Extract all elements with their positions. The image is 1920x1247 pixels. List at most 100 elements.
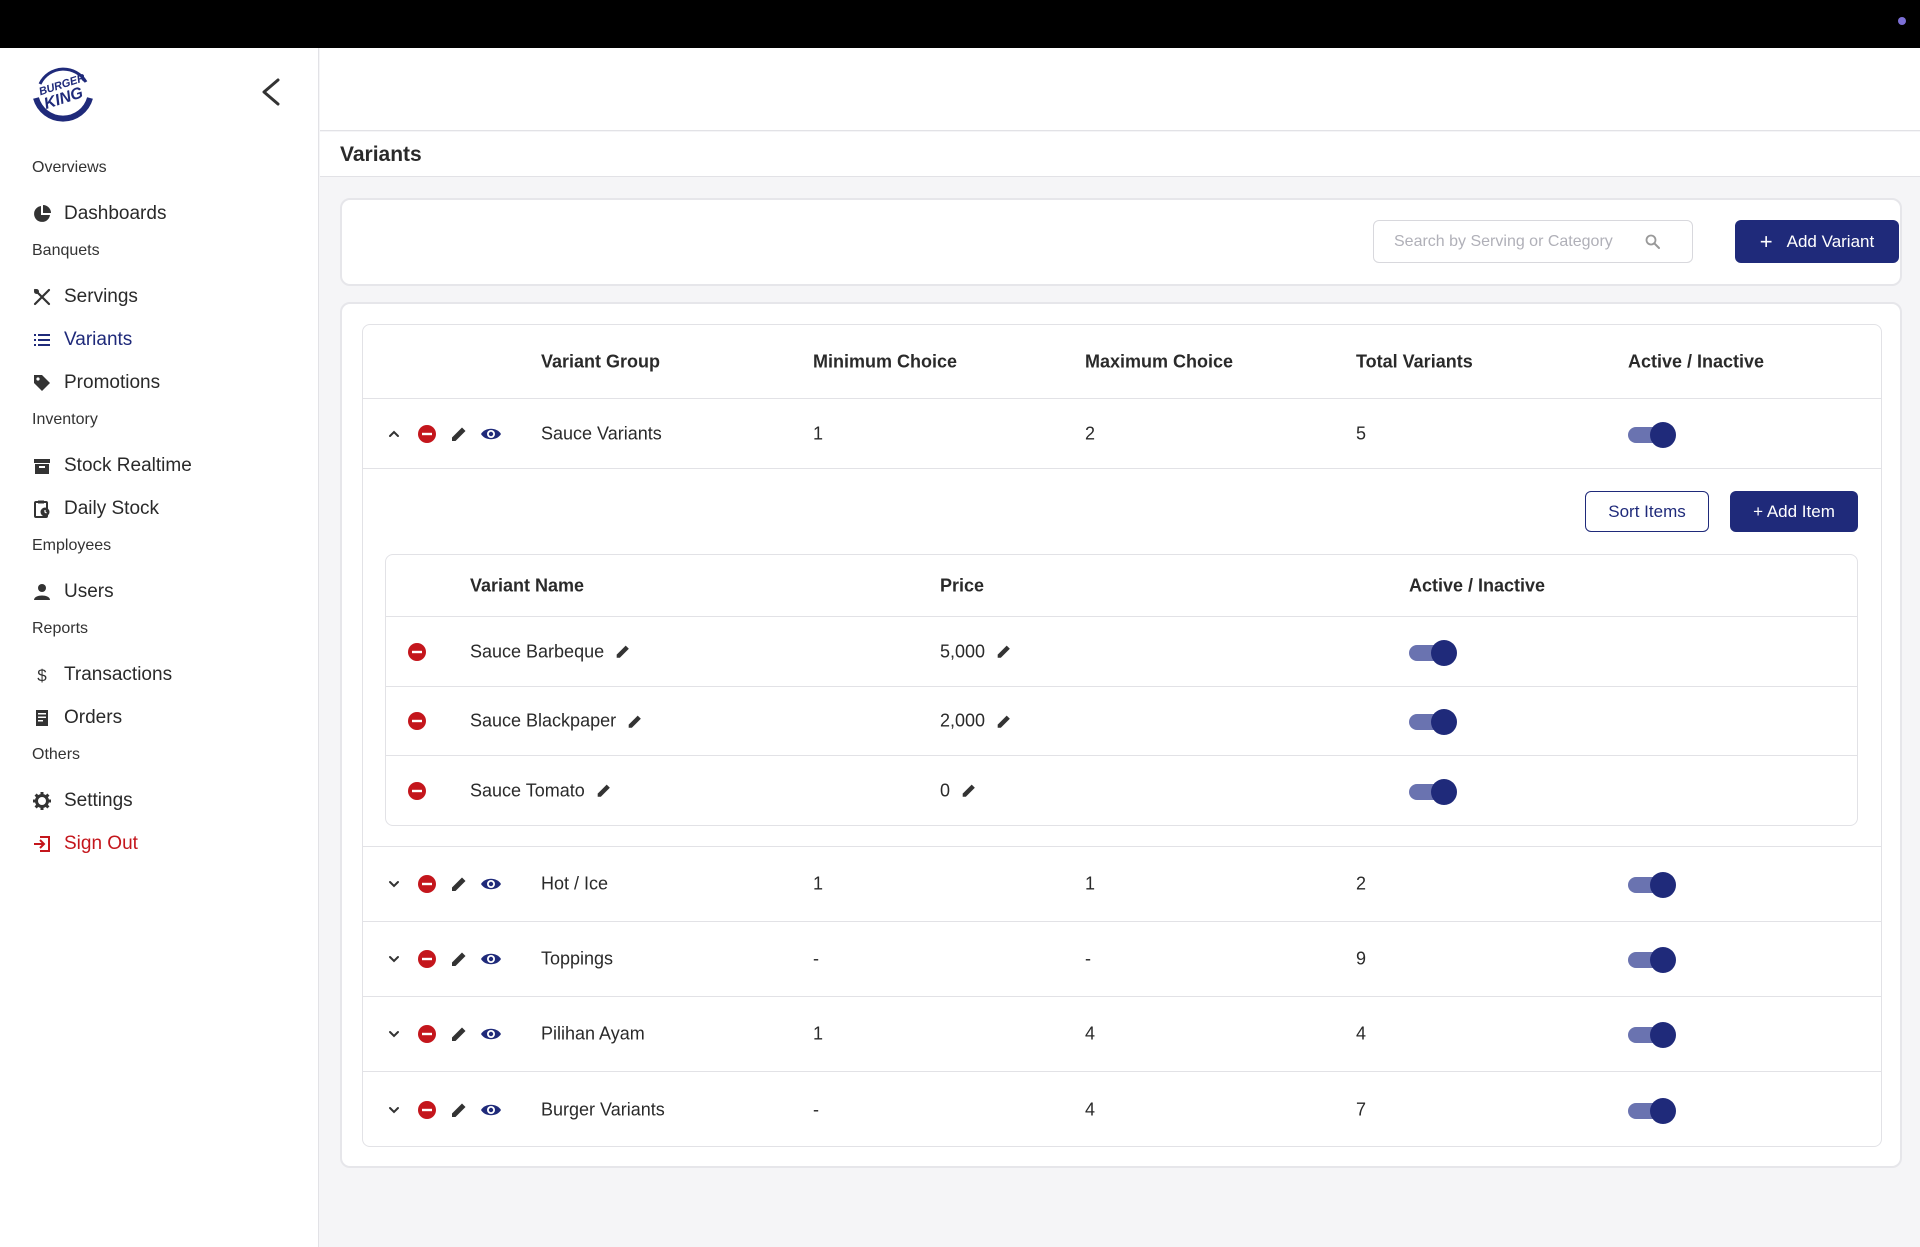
sidebar-item-label: Servings [64,285,138,307]
search-input[interactable] [1394,232,1644,251]
eye-icon[interactable] [480,1099,502,1121]
chevron-down-icon[interactable] [385,950,403,968]
archive-icon [32,456,52,476]
variant-item-row: Sauce Barbeque 5,000 [386,617,1857,687]
pencil-icon[interactable] [960,782,978,800]
variant-name-cell: Sauce Barbeque [470,641,632,662]
pie-chart-icon [32,204,52,224]
sidebar-item-orders[interactable]: Orders [0,696,318,739]
active-toggle[interactable] [1628,1096,1678,1124]
sidebar-item-users[interactable]: Users [0,570,318,613]
toggle-knob [1650,947,1676,973]
chevron-down-icon[interactable] [385,875,403,893]
pencil-icon[interactable] [614,643,632,661]
clipboard-clock-icon [32,499,52,519]
sidebar-item-sign-out[interactable]: Sign Out [0,822,318,865]
toggle-knob [1431,778,1457,805]
column-header-variant-name[interactable]: Variant Name [470,575,584,596]
variant-price: 5,000 [940,641,986,661]
column-header-item-active[interactable]: Active / Inactive [1409,575,1545,596]
pencil-icon[interactable] [595,782,613,800]
sidebar-item-stock-realtime[interactable]: Stock Realtime [0,444,318,487]
page-title-bar: Variants [320,132,1920,177]
nav-section-employees: Employees [32,537,112,554]
sort-items-button[interactable]: Sort Items [1585,491,1709,532]
top-header [320,48,1920,131]
eye-icon[interactable] [480,873,502,895]
variant-group-name: Burger Variants [541,1099,665,1119]
row-actions [385,1099,502,1121]
total-variants: 9 [1356,948,1367,969]
pencil-icon[interactable] [449,874,469,894]
item-active-toggle[interactable] [1409,707,1459,735]
sidebar-item-label: Orders [64,706,123,728]
sidebar-item-settings[interactable]: Settings [0,779,318,822]
exit-icon [32,834,52,854]
plus-icon: + [1759,228,1773,254]
eye-icon[interactable] [480,423,502,445]
max-choice: - [1085,948,1091,969]
add-item-button[interactable]: + Add Item [1730,491,1858,532]
chevron-down-icon[interactable] [385,1101,403,1119]
column-header-max[interactable]: Maximum Choice [1085,351,1233,372]
remove-circle-icon[interactable] [407,781,427,801]
column-header-price[interactable]: Price [940,575,984,596]
column-header-active[interactable]: Active / Inactive [1628,351,1764,372]
sidebar: BURGER KING Overviews Dashboards Banquet… [0,48,319,1247]
sidebar-item-variants[interactable]: Variants [0,318,318,361]
table-row: Burger Variants - 4 7 [363,1072,1881,1146]
column-header-min[interactable]: Minimum Choice [813,351,957,372]
active-toggle[interactable] [1628,870,1678,898]
variant-group-name: Hot / Ice [541,873,609,894]
pencil-icon[interactable] [449,1100,469,1120]
sidebar-item-transactions[interactable]: $ Transactions [0,653,318,696]
active-toggle[interactable] [1628,1020,1678,1048]
variant-price-cell: 2,000 [940,711,1013,732]
remove-circle-icon[interactable] [417,424,437,444]
collapse-sidebar-button[interactable] [256,72,286,112]
remove-circle-icon[interactable] [417,1100,437,1120]
column-header-total[interactable]: Total Variants [1356,351,1473,372]
dollar-icon: $ [32,665,52,685]
sidebar-item-label: Stock Realtime [64,454,192,476]
variant-item-row: Sauce Blackpaper 2,000 [386,687,1857,756]
column-header-group[interactable]: Variant Group [541,351,660,372]
chevron-down-icon[interactable] [385,1025,403,1043]
sidebar-item-promotions[interactable]: Promotions [0,361,318,404]
gear-icon [32,791,52,811]
active-toggle[interactable] [1628,420,1678,448]
item-active-toggle[interactable] [1409,777,1459,805]
variants-table-card: Variant Group Minimum Choice Maximum Cho… [340,302,1902,1168]
search-box[interactable] [1373,220,1693,263]
pencil-icon[interactable] [995,712,1013,730]
pencil-icon[interactable] [449,424,469,444]
row-actions [385,873,502,895]
burger-king-logo[interactable]: BURGER KING [30,58,96,124]
chevron-up-icon[interactable] [385,425,403,443]
remove-circle-icon[interactable] [417,874,437,894]
sidebar-item-daily-stock[interactable]: Daily Stock [0,487,318,530]
remove-circle-icon[interactable] [407,642,427,662]
variant-group-name: Pilihan Ayam [541,1023,645,1044]
remove-circle-icon[interactable] [407,711,427,731]
sidebar-item-dashboards[interactable]: Dashboards [0,192,318,235]
eye-icon[interactable] [480,1023,502,1045]
nav-section-banquets: Banquets [32,242,100,259]
eye-icon[interactable] [480,948,502,970]
item-active-toggle[interactable] [1409,638,1459,666]
toolbar-card: + Add Variant [340,198,1902,286]
table-row: Hot / Ice 1 1 2 [363,847,1881,922]
search-icon[interactable] [1644,233,1662,251]
pencil-icon[interactable] [995,643,1013,661]
pencil-icon[interactable] [449,949,469,969]
sidebar-item-servings[interactable]: Servings [0,275,318,318]
active-toggle[interactable] [1628,945,1678,973]
pencil-icon[interactable] [449,1024,469,1044]
add-variant-button[interactable]: + Add Variant [1735,220,1899,263]
variants-table: Variant Group Minimum Choice Maximum Cho… [362,324,1882,1147]
pencil-icon[interactable] [626,712,644,730]
nav-section-overviews: Overviews [32,159,107,176]
remove-circle-icon[interactable] [417,1024,437,1044]
status-dot [1898,17,1906,25]
remove-circle-icon[interactable] [417,949,437,969]
